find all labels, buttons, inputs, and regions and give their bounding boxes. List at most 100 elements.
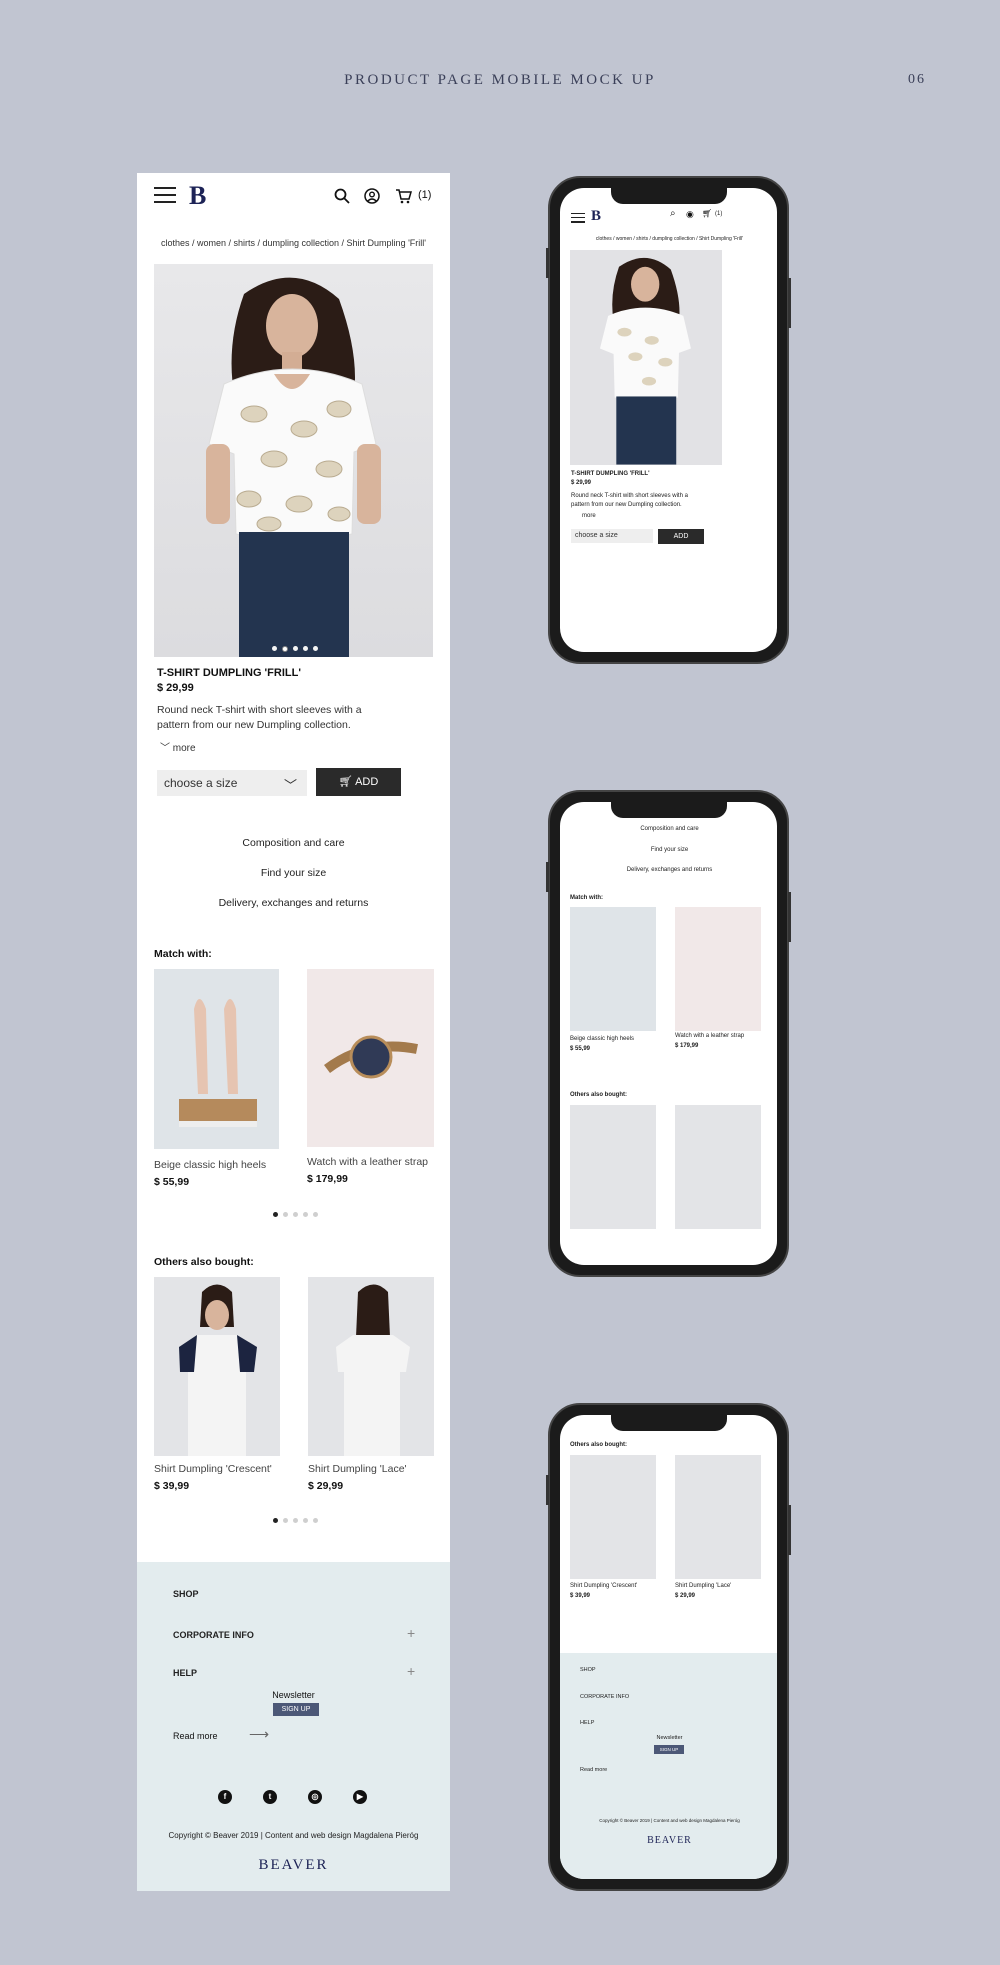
others-item-crescent-image[interactable] [570,1105,656,1229]
size-placeholder: choose a size [575,532,618,539]
match-item-watch-image[interactable] [307,969,434,1147]
others-item-crescent-image[interactable] [570,1455,656,1579]
product-description: Round neck T-shirt with short sleeves wi… [571,493,688,508]
others-item-price: $ 29,99 [675,1593,696,1599]
footer-shop-link[interactable]: SHOP [173,1589,199,1599]
match-item-heels-image[interactable] [570,907,656,1031]
others-item-name[interactable]: Shirt Dumpling 'Crescent' [154,1463,272,1475]
others-item-lace-image[interactable] [675,1455,761,1579]
product-price: $ 29,99 [571,480,592,486]
search-icon[interactable] [333,187,351,205]
newsletter-label: Newsletter [656,1735,683,1741]
facebook-icon[interactable]: f [218,1790,232,1804]
add-label: ADD [355,776,379,788]
composition-link[interactable]: Composition and care [137,837,450,849]
logo[interactable]: B [591,208,601,225]
match-item-price: $ 55,99 [154,1176,190,1188]
model-photo [206,277,381,657]
brand-wordmark: BEAVER [647,1835,692,1846]
match-item-name[interactable]: Watch with a leather strap [675,1033,744,1039]
read-more-link[interactable]: Read more [173,1731,218,1741]
match-item-name[interactable]: Watch with a leather strap [307,1156,428,1168]
newsletter-label: Newsletter [272,1690,315,1700]
cart-icon[interactable]: 🛒︎ [702,209,712,218]
footer-shop-link[interactable]: SHOP [580,1667,596,1673]
delivery-link[interactable]: Delivery, exchanges and returns [560,867,777,873]
phone-mockup-middle: Composition and care Find your size Deli… [546,790,791,1277]
plus-icon[interactable]: + [407,1625,415,1641]
others-item-lace-image[interactable] [308,1277,434,1456]
others-item-crescent-image[interactable] [154,1277,280,1456]
product-price: $ 29,99 [157,682,194,694]
menu-icon[interactable] [154,187,176,203]
size-placeholder: choose a size [164,776,238,790]
composition-link[interactable]: Composition and care [560,826,777,832]
size-select[interactable]: choose a size [571,529,653,543]
instagram-icon[interactable]: ◎ [308,1790,322,1804]
match-item-price: $ 179,99 [675,1043,699,1049]
find-size-link[interactable]: Find your size [137,867,450,879]
match-title: Match with: [154,948,212,960]
footer-help-link[interactable]: HELP [173,1668,197,1678]
more-label: more [172,743,196,754]
phone-mockup-top: B ⌕ ◉ 🛒︎ (1) clothes / women / shirts / … [546,176,791,664]
others-carousel-dots[interactable] [273,1518,318,1523]
others-item-name[interactable]: Shirt Dumpling 'Crescent' [570,1583,637,1589]
others-item-lace-image[interactable] [675,1105,761,1229]
mockup-title: PRODUCT PAGE MOBILE MOCK UP [344,72,656,88]
menu-icon[interactable] [571,213,585,223]
others-item-name[interactable]: Shirt Dumpling 'Lace' [675,1583,731,1589]
logo[interactable]: B [189,181,206,211]
match-item-name[interactable]: Beige classic high heels [154,1159,266,1171]
match-item-price: $ 179,99 [307,1173,348,1185]
breadcrumb[interactable]: clothes / women / shirts / dumpling coll… [137,238,450,248]
account-icon[interactable] [363,187,381,205]
match-carousel-dots[interactable] [273,1212,318,1217]
plus-icon[interactable]: + [407,1663,415,1679]
read-more-link[interactable]: Read more [580,1767,607,1773]
find-size-link[interactable]: Find your size [560,847,777,853]
cart-count: (1) [715,211,723,217]
others-title: Others also bought: [154,1256,254,1268]
copyright: Copyright © Beaver 2019 | Content and we… [168,1831,419,1840]
signup-button[interactable]: SIGN UP [654,1745,684,1754]
phone-screen: B ⌕ ◉ 🛒︎ (1) clothes / women / shirts / … [560,188,777,652]
breadcrumb[interactable]: clothes / women / shirts / dumpling coll… [560,236,777,242]
others-title: Others also bought: [570,1442,627,1448]
carousel-dots[interactable] [272,646,318,652]
signup-button[interactable]: SIGN UP [273,1703,319,1716]
size-select[interactable]: choose a size ﹀ [157,770,307,796]
account-icon[interactable]: ◉ [686,209,694,220]
footer-help-link[interactable]: HELP [580,1720,594,1726]
match-item-price: $ 55,99 [570,1046,591,1052]
product-page: B (1) clothes / women / shirts / dumplin… [137,173,450,1891]
more-label[interactable]: more [582,513,596,519]
match-title: Match with: [570,895,603,901]
phone-screen: Others also bought: Shirt Dumpling 'Cres… [560,1415,777,1879]
product-image[interactable] [154,264,433,657]
phone-mockup-bottom: Others also bought: Shirt Dumpling 'Cres… [546,1403,791,1891]
match-item-watch-image[interactable] [675,907,761,1031]
page-number: 06 [908,72,926,87]
phone-screen: Composition and care Find your size Deli… [560,802,777,1265]
footer-corporate-link[interactable]: CORPORATE INFO [580,1694,629,1700]
search-icon[interactable]: ⌕ [670,208,676,219]
product-name: T-SHIRT DUMPLING 'FRILL' [157,667,301,679]
cart-icon[interactable] [395,187,413,205]
product-image[interactable] [570,250,722,465]
add-to-cart-button[interactable]: ADD [658,529,704,544]
youtube-icon[interactable]: ▶ [353,1790,367,1804]
match-item-name[interactable]: Beige classic high heels [570,1036,634,1042]
others-item-name[interactable]: Shirt Dumpling 'Lace' [308,1463,407,1475]
more-toggle[interactable]: ﹀ more [160,739,196,754]
twitter-icon[interactable]: t [263,1790,277,1804]
cart-icon: 🛒︎ [338,776,356,788]
product-name: T-SHIRT DUMPLING 'FRILL' [571,471,650,477]
delivery-link[interactable]: Delivery, exchanges and returns [137,897,450,909]
arrow-right-icon[interactable]: ⟶ [249,1726,269,1743]
footer-corporate-link[interactable]: CORPORATE INFO [173,1630,254,1640]
match-item-heels-image[interactable] [154,969,279,1149]
chevron-down-icon: ﹀ [283,778,297,793]
add-to-cart-button[interactable]: 🛒︎ ADD [316,768,401,796]
others-item-price: $ 39,99 [154,1480,190,1492]
